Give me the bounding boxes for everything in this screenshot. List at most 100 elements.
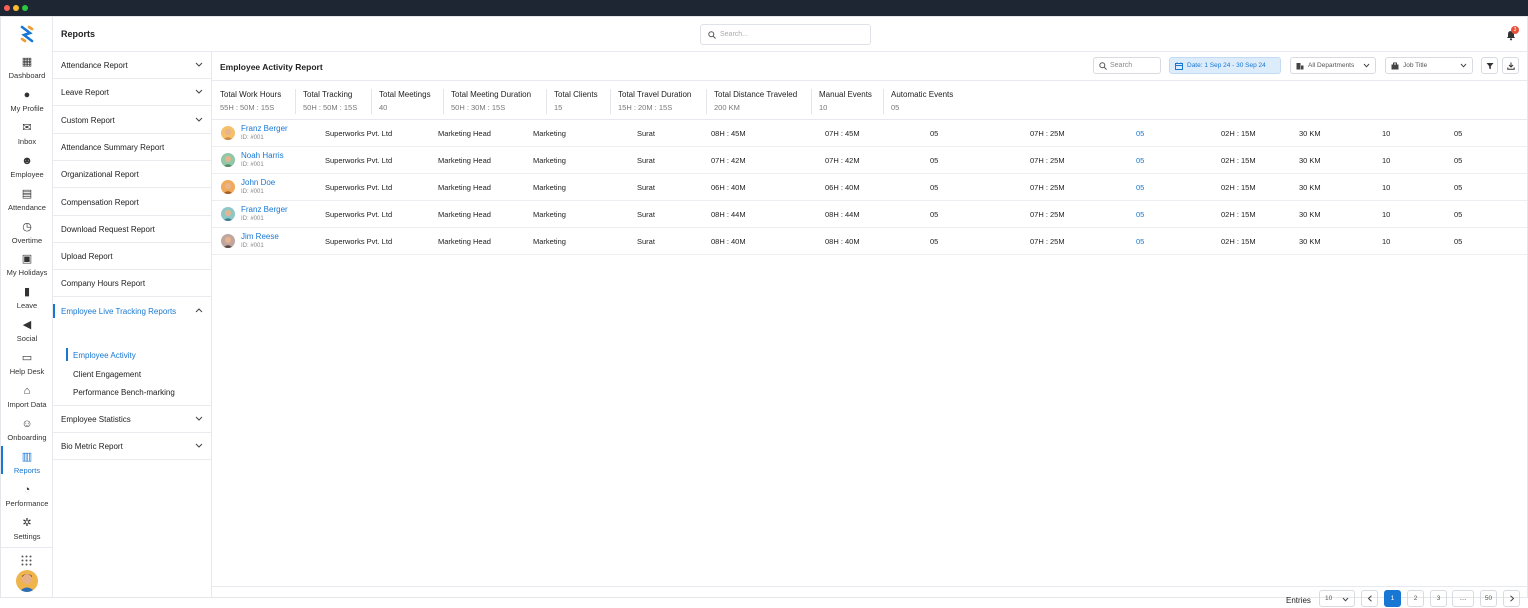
minimize-window-button[interactable] xyxy=(13,5,19,11)
page-button[interactable]: 3 xyxy=(1430,590,1447,607)
submenu-item-client-engagement[interactable]: Client Engagement xyxy=(53,365,211,383)
rail-item-reports[interactable]: ▥ Reports xyxy=(1,445,53,482)
job-title-select[interactable]: Job Title xyxy=(1385,57,1473,74)
rail-item-my-profile[interactable]: ● My Profile xyxy=(1,88,53,120)
page-button[interactable]: 1 xyxy=(1384,590,1401,607)
global-search-input[interactable]: Search... xyxy=(700,24,871,45)
menu-item-compensation-report[interactable]: Compensation Report xyxy=(53,189,211,216)
menu-item-custom-report[interactable]: Custom Report xyxy=(53,107,211,134)
employee-name-link[interactable]: Jim Reese xyxy=(241,232,279,241)
report-search-input[interactable]: Search xyxy=(1093,57,1161,74)
employee-avatar xyxy=(221,152,235,167)
report-search-placeholder: Search xyxy=(1110,62,1133,69)
cell-clients[interactable]: 05 xyxy=(1136,183,1144,192)
stat-total-tracking: Total Tracking 50H : 50M : 15S xyxy=(295,81,371,121)
close-window-button[interactable] xyxy=(4,5,10,11)
cell-travel: 02H : 15M xyxy=(1221,155,1256,165)
next-page-button[interactable] xyxy=(1503,590,1520,607)
cell-auto: 05 xyxy=(1454,209,1463,219)
filter-button[interactable] xyxy=(1481,57,1498,74)
menu-item-leave-report[interactable]: Leave Report xyxy=(53,79,211,107)
stat-value: 55H : 50M : 15S xyxy=(220,103,275,112)
overtime-icon: ◷ xyxy=(22,220,32,233)
rail-item-performance[interactable]: ◔ Performance xyxy=(1,483,53,515)
download-button[interactable] xyxy=(1502,57,1519,74)
performance-icon: ◔ xyxy=(23,483,31,496)
date-range-button[interactable]: Date: 1 Sep 24 - 30 Sep 24 xyxy=(1169,57,1281,74)
submenu-item-performance-bench-marking[interactable]: Performance Bench-marking xyxy=(53,383,211,401)
chevron-down-icon xyxy=(195,62,203,67)
menu-item-bio-metric-report[interactable]: Bio Metric Report xyxy=(53,433,211,461)
menu-item-label: Compensation Report xyxy=(61,197,139,207)
rail-item-employee[interactable]: ☻ Employee xyxy=(1,154,53,186)
rail-item-label: Reports xyxy=(13,465,41,475)
menu-item-attendance-summary-report[interactable]: Attendance Summary Report xyxy=(53,134,211,161)
page-button[interactable]: .... xyxy=(1452,590,1474,607)
menu-item-attendance-report[interactable]: Attendance Report xyxy=(53,52,211,79)
rail-item-attendance[interactable]: ▤ Attendance xyxy=(1,187,53,219)
employee-name-link[interactable]: Noah Harris xyxy=(241,151,284,160)
menu-item-employee-statistics[interactable]: Employee Statistics xyxy=(53,406,211,433)
superworks-logo-icon[interactable] xyxy=(18,25,36,43)
department-value: All Departments xyxy=(1308,62,1355,69)
cell-tracking: 07H : 45M xyxy=(825,129,860,138)
page-button[interactable]: 50 xyxy=(1480,590,1497,607)
menu-item-label: Employee Statistics xyxy=(61,415,131,424)
menu-item-upload-report[interactable]: Upload Report xyxy=(53,243,211,271)
employee-name-link[interactable]: Franz Berger xyxy=(241,205,288,214)
employee-name-link[interactable]: Franz Berger xyxy=(241,124,288,133)
cell-meetings: 05 xyxy=(930,209,939,219)
cell-manual: 10 xyxy=(1382,182,1391,192)
cell-company: Superworks Pvt. Ltd xyxy=(325,236,393,246)
cell-clients[interactable]: 05 xyxy=(1136,237,1144,246)
menu-item-label: Attendance Summary Report xyxy=(61,142,165,152)
inbox-icon: ✉ xyxy=(22,121,32,134)
department-select[interactable]: All Departments xyxy=(1290,57,1376,74)
menu-item-download-request-report[interactable]: Download Request Report xyxy=(53,216,211,243)
table-row[interactable]: John Doe ID: #001 Superworks Pvt. Ltd Marke… xyxy=(212,174,1527,201)
entries-select[interactable]: 10 xyxy=(1319,590,1355,607)
table-row[interactable]: Franz Berger ID: #001 Superworks Pvt. Ltd M… xyxy=(212,201,1527,228)
rail-item-dashboard[interactable]: ▦ Dashboard xyxy=(1,55,53,87)
employee-name-link[interactable]: John Doe xyxy=(241,178,275,187)
page-title: Reports xyxy=(61,29,96,39)
cell-tracking: 08H : 44M xyxy=(825,209,860,219)
rail-item-help-desk[interactable]: ▭ Help Desk xyxy=(1,351,53,383)
table-row[interactable]: Jim Reese ID: #001 Superworks Pvt. Ltd Mark… xyxy=(212,228,1527,255)
cell-clients[interactable]: 05 xyxy=(1136,210,1144,219)
table-row[interactable]: Noah Harris ID: #001 Superworks Pvt. Ltd Ma… xyxy=(212,147,1527,174)
rail-item-my-holidays[interactable]: ▣ My Holidays xyxy=(1,252,53,284)
cell-clients[interactable]: 05 xyxy=(1136,129,1144,138)
cell-clients[interactable]: 05 xyxy=(1136,156,1144,165)
cell-role: Marketing Head xyxy=(438,182,491,192)
table-row[interactable]: Franz Berger ID: #001 Superworks Pvt. Ltd M… xyxy=(212,120,1527,147)
rail-item-settings[interactable]: ✲ Settings xyxy=(1,516,53,548)
app-window: ▦ Dashboard ● My Profile ✉ Inbox ☻ Employee ▤ Att… xyxy=(0,16,1528,607)
menu-item-company-hours-report[interactable]: Company Hours Report xyxy=(53,270,211,298)
cell-work: 08H : 45M xyxy=(711,129,746,138)
menu-item-employee-live-tracking-reports[interactable]: Employee Live Tracking Reports xyxy=(53,298,211,325)
cell-company: Superworks Pvt. Ltd xyxy=(325,155,393,165)
summary-stats: Total Work Hours 55H : 50M : 15S Total Tra… xyxy=(212,80,1527,120)
apps-grid-icon[interactable] xyxy=(21,555,32,566)
icon-rail: ▦ Dashboard ● My Profile ✉ Inbox ☻ Employee ▤ Att… xyxy=(1,17,53,597)
submenu-item-employee-activity[interactable]: Employee Activity xyxy=(53,346,211,364)
rail-item-inbox[interactable]: ✉ Inbox xyxy=(1,121,53,153)
rail-item-overtime[interactable]: ◷ Overtime xyxy=(1,220,53,252)
menu-item-organizational-report[interactable]: Organizational Report xyxy=(53,161,211,189)
maximize-window-button[interactable] xyxy=(22,5,28,11)
top-header: Reports Search... 3 xyxy=(53,17,1527,52)
cell-auto: 05 xyxy=(1454,236,1463,246)
user-avatar[interactable] xyxy=(16,570,38,592)
rail-item-import-data[interactable]: ⌂ Import Data xyxy=(1,384,53,416)
rail-item-social[interactable]: ◀ Social xyxy=(1,318,53,350)
cell-dept: Marketing xyxy=(533,209,566,219)
rail-item-onboarding[interactable]: ☺ Onboarding xyxy=(1,417,53,449)
stat-divider xyxy=(295,89,296,114)
rail-item-label: Inbox xyxy=(17,136,37,146)
rail-item-leave[interactable]: ▮ Leave xyxy=(1,285,53,317)
page-button[interactable]: 2 xyxy=(1407,590,1424,607)
prev-page-button[interactable] xyxy=(1361,590,1378,607)
cell-travel: 02H : 15M xyxy=(1221,182,1256,192)
stat-divider xyxy=(811,89,812,114)
